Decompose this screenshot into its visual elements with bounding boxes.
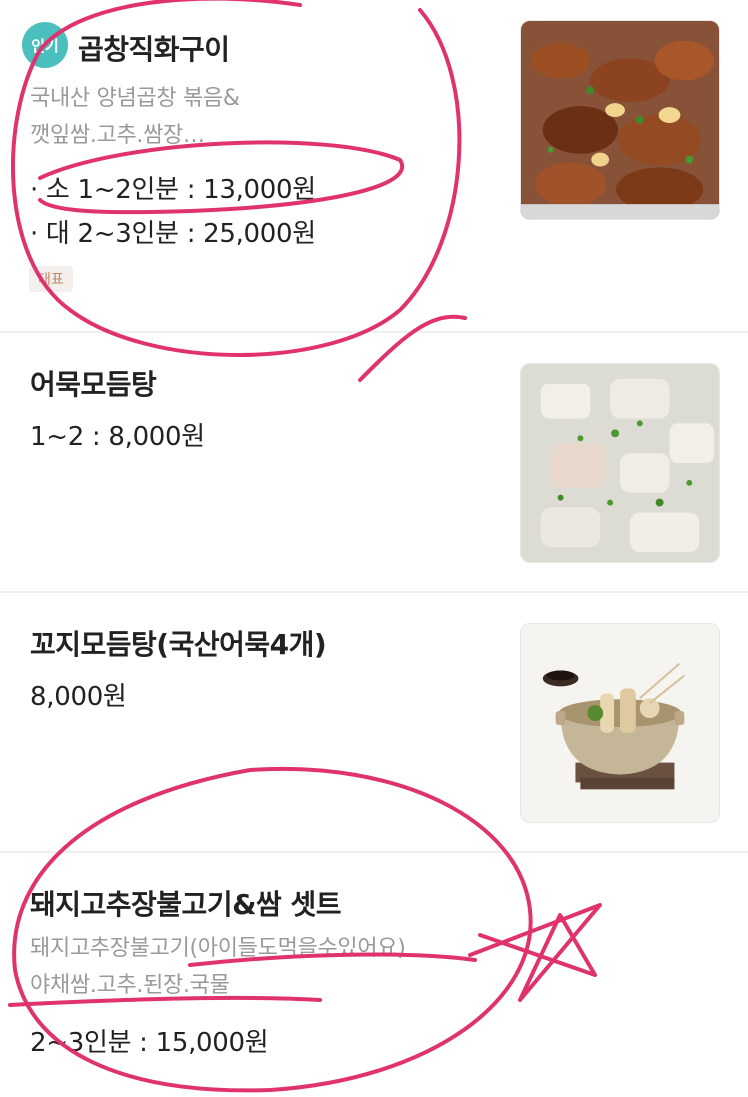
menu-item-prices: · 소 1~2인분 : 13,000원 · 대 2~3인분 : 25,000원 <box>30 168 316 256</box>
price-line-small: · 소 1~2인분 : 13,000원 <box>30 175 316 205</box>
price-line: 8,000원 <box>30 682 127 712</box>
menu-item-skewer-soup[interactable]: 꼬지모듬탕(국산어묵4개) 8,000원 <box>0 593 748 853</box>
price-line: 2~3인분 : 15,000원 <box>30 1028 269 1058</box>
menu-item-pork-bulgogi-set[interactable]: 돼지고추장불고기&쌈 셋트 돼지고추장불고기(아이들도먹을수있어요) 야채쌈.고… <box>0 853 748 1097</box>
description-line: 야채쌈.고추.된장.국물 <box>30 973 230 998</box>
description-line: 깻잎쌈.고추.쌈장… <box>30 123 205 148</box>
representative-tag: 대표 <box>29 266 73 292</box>
menu-item-gopchang[interactable]: 인기 곱창직화구이 국내산 양념곱창 볶음& 깻잎쌈.고추.쌈장… · 소 1~… <box>0 0 748 333</box>
grilled-gopchang-photo[interactable] <box>520 20 720 220</box>
menu-item-title: 곱창직화구이 <box>78 33 230 66</box>
menu-item-prices: 8,000원 <box>30 675 127 719</box>
menu-item-description: 국내산 양념곱창 볶음& 깻잎쌈.고추.쌈장… <box>30 80 490 154</box>
price-line-large: · 대 2~3인분 : 25,000원 <box>30 219 316 249</box>
fishcake-soup-photo[interactable] <box>520 363 720 563</box>
description-line: 국내산 양념곱창 볶음& <box>30 86 240 111</box>
menu-item-title: 돼지고추장불고기&쌈 셋트 <box>30 888 342 921</box>
skewer-fishcake-pot-photo[interactable] <box>520 623 720 823</box>
menu-item-prices: 1~2 : 8,000원 <box>30 415 205 459</box>
menu-item-title: 꼬지모듬탕(국산어묵4개) <box>30 628 327 661</box>
menu-item-prices: 2~3인분 : 15,000원 <box>30 1021 269 1065</box>
price-line: 1~2 : 8,000원 <box>30 422 205 452</box>
menu-item-description: 돼지고추장불고기(아이들도먹을수있어요) 야채쌈.고추.된장.국물 <box>30 930 490 1004</box>
description-line: 돼지고추장불고기(아이들도먹을수있어요) <box>30 936 406 961</box>
skewer-fishcake-pot-image <box>521 624 719 822</box>
popular-badge: 인기 <box>22 22 68 68</box>
grilled-gopchang-image <box>521 21 719 219</box>
fishcake-soup-image <box>521 364 719 562</box>
menu-item-title: 어묵모듬탕 <box>30 368 157 401</box>
menu-item-fishcake-soup[interactable]: 어묵모듬탕 1~2 : 8,000원 <box>0 333 748 593</box>
